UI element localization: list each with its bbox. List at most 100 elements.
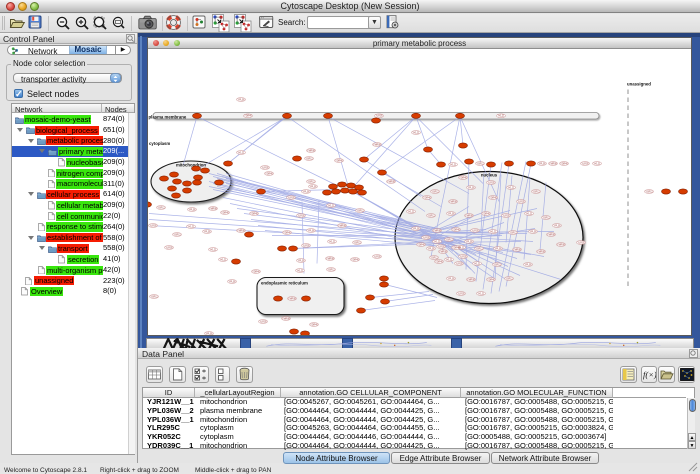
svg-text:YMR08: YMR08: [549, 163, 557, 165]
svg-text:YDR46: YDR46: [452, 229, 460, 231]
svg-text:YKL21: YKL21: [450, 164, 458, 166]
svg-text:YMR08: YMR08: [338, 225, 346, 227]
svg-text:YPL36: YPL36: [448, 278, 456, 280]
svg-text:YDR46: YDR46: [244, 115, 252, 117]
svg-text:YDR46: YDR46: [560, 163, 568, 165]
svg-text:YPL36: YPL36: [525, 264, 533, 266]
svg-text:YDR46: YDR46: [310, 324, 318, 326]
svg-text:YKL21: YKL21: [526, 213, 534, 215]
svg-text:YKL21: YKL21: [408, 211, 416, 213]
svg-text:YKL21: YKL21: [478, 293, 486, 295]
svg-text:YDR46: YDR46: [265, 173, 273, 175]
svg-text:YMR08: YMR08: [467, 279, 475, 281]
svg-text:endoplasmic reticulum: endoplasmic reticulum: [261, 280, 308, 285]
svg-text:YPL36: YPL36: [539, 163, 547, 165]
svg-text:YLR05: YLR05: [375, 115, 383, 117]
svg-text:YLR05: YLR05: [297, 215, 305, 217]
svg-text:YMR08: YMR08: [465, 215, 473, 217]
svg-text:YKL21: YKL21: [220, 259, 228, 261]
svg-text:YKL21: YKL21: [446, 259, 454, 261]
svg-text:YPL36: YPL36: [204, 231, 212, 233]
svg-text:YMR08: YMR08: [547, 234, 555, 236]
svg-text:f(×): f(×): [643, 370, 656, 380]
svg-text:YLR05: YLR05: [457, 293, 465, 295]
svg-text:mitochondrion: mitochondrion: [176, 162, 206, 167]
svg-text:YPL36: YPL36: [413, 228, 421, 230]
svg-text:YGR11: YGR11: [645, 191, 653, 193]
svg-text:YPL36: YPL36: [303, 191, 311, 193]
svg-text:YDR46: YDR46: [435, 261, 443, 263]
svg-text:YLR05: YLR05: [437, 246, 445, 248]
svg-text:YLR05: YLR05: [455, 263, 463, 265]
svg-text:YKL21: YKL21: [413, 132, 421, 134]
svg-text:YLR05: YLR05: [577, 242, 585, 244]
svg-text:YDR46: YDR46: [423, 197, 431, 199]
svg-text:YDR46: YDR46: [489, 197, 497, 199]
svg-text:YPL36: YPL36: [206, 333, 214, 335]
svg-text:YPL36: YPL36: [428, 248, 436, 250]
svg-text:YMR08: YMR08: [326, 258, 334, 260]
svg-text:YMR08: YMR08: [307, 150, 315, 152]
svg-text:YLR05: YLR05: [517, 201, 525, 203]
svg-text:YLR05: YLR05: [487, 182, 495, 184]
svg-text:YDR46: YDR46: [250, 213, 258, 215]
svg-text:YDR46: YDR46: [417, 244, 425, 246]
svg-text:YKL21: YKL21: [238, 152, 246, 154]
svg-text:YDR46: YDR46: [452, 247, 460, 249]
svg-text:YMR08: YMR08: [288, 298, 296, 300]
svg-text:YGR11: YGR11: [157, 207, 165, 209]
svg-text:YDR46: YDR46: [221, 212, 229, 214]
svg-text:YKL21: YKL21: [508, 187, 516, 189]
svg-text:YLR05: YLR05: [261, 167, 269, 169]
svg-text:YGR11: YGR11: [150, 296, 158, 298]
svg-text:YLR05: YLR05: [165, 247, 173, 249]
svg-text:YKL21: YKL21: [329, 241, 337, 243]
svg-text:YMR08: YMR08: [513, 249, 521, 251]
svg-text:YMR08: YMR08: [433, 230, 441, 232]
svg-text:YMR08: YMR08: [557, 244, 565, 246]
svg-text:YMR08: YMR08: [449, 201, 457, 203]
svg-text:YKL21: YKL21: [490, 231, 498, 233]
svg-text:YGR11: YGR11: [493, 264, 501, 266]
svg-text:YGR11: YGR11: [505, 278, 513, 280]
svg-text:YPL36: YPL36: [298, 260, 306, 262]
svg-text:YPL36: YPL36: [468, 187, 476, 189]
svg-text:YPL36: YPL36: [495, 248, 503, 250]
svg-text:YLR05: YLR05: [149, 225, 157, 227]
svg-text:YKL21: YKL21: [498, 115, 506, 117]
svg-text:YPL36: YPL36: [308, 230, 316, 232]
svg-text:YKL21: YKL21: [474, 263, 482, 265]
svg-text:YPL36: YPL36: [310, 186, 318, 188]
svg-text:unassigned: unassigned: [627, 81, 651, 86]
svg-text:YPL36: YPL36: [466, 241, 474, 243]
svg-text:YLR05: YLR05: [471, 230, 479, 232]
svg-text:YKL21: YKL21: [188, 226, 196, 228]
svg-text:YLR05: YLR05: [502, 215, 510, 217]
svg-text:YKL21: YKL21: [328, 205, 336, 207]
svg-text:plasma membrane: plasma membrane: [149, 114, 187, 119]
svg-text:YKL21: YKL21: [434, 241, 442, 243]
svg-text:YGR11: YGR11: [475, 248, 483, 250]
svg-text:YLR05: YLR05: [422, 237, 430, 239]
svg-text:YLR05: YLR05: [259, 321, 267, 323]
svg-text:YPL36: YPL36: [238, 99, 246, 101]
svg-text:YGR11: YGR11: [327, 269, 335, 271]
svg-text:YMR08: YMR08: [439, 251, 447, 253]
svg-text:YGR11: YGR11: [542, 217, 550, 219]
svg-text:YGR11: YGR11: [353, 242, 361, 244]
svg-text:YGR11: YGR11: [427, 215, 435, 217]
svg-text:YMR08: YMR08: [537, 251, 545, 253]
svg-text:YGR11: YGR11: [445, 239, 453, 241]
svg-text:nucleus: nucleus: [481, 172, 498, 177]
svg-text:YMR08: YMR08: [282, 318, 290, 320]
svg-text:YGR11: YGR11: [509, 232, 517, 234]
svg-text:YLR05: YLR05: [581, 163, 589, 165]
svg-text:YDR46: YDR46: [252, 271, 260, 273]
svg-text:YKL21: YKL21: [210, 249, 218, 251]
svg-text:YGR11: YGR11: [173, 234, 181, 236]
svg-text:YDR46: YDR46: [482, 213, 490, 215]
svg-text:YMR08: YMR08: [387, 181, 395, 183]
svg-text:YGR11: YGR11: [431, 191, 439, 193]
svg-text:YMR08: YMR08: [237, 230, 245, 232]
svg-text:YGR11: YGR11: [430, 257, 438, 259]
